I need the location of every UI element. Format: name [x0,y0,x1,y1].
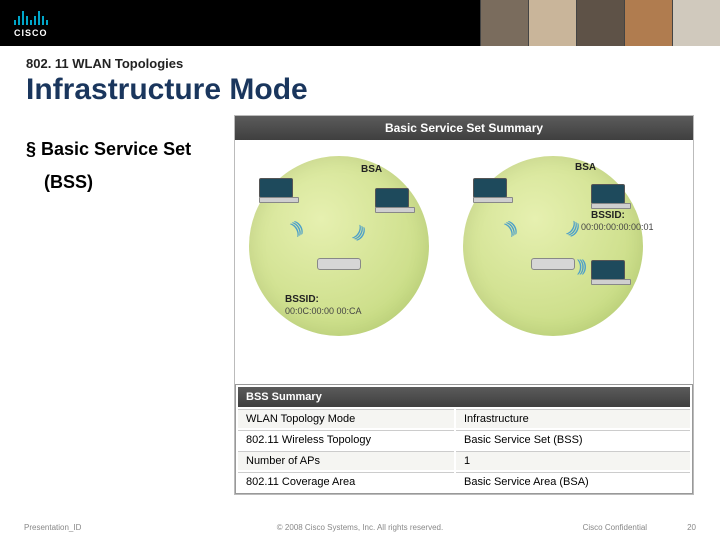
figure-panel: Basic Service Set Summary ))) ))) BSA BS… [234,115,694,495]
page-title: Infrastructure Mode [26,73,694,107]
cisco-logo: CISCO [0,9,48,38]
footer-copyright: © 2008 Cisco Systems, Inc. All rights re… [277,523,443,532]
top-banner: CISCO [0,0,720,46]
bss-summary-table: BSS Summary WLAN Topology ModeInfrastruc… [235,384,693,494]
table-row: WLAN Topology ModeInfrastructure [238,409,690,428]
page-number: 20 [687,523,696,532]
footer-left: Presentation_ID [24,523,81,532]
table-row: 802.11 Coverage AreaBasic Service Area (… [238,472,690,491]
summary-header: BSS Summary [238,387,690,407]
wireless-wave-icon: ))) [577,258,584,276]
figure-title: Basic Service Set Summary [235,116,693,140]
laptop-icon [591,260,631,286]
cisco-bars-icon [14,9,48,25]
slide-footer: Presentation_ID © 2008 Cisco Systems, In… [0,523,720,532]
bullet-main: Basic Service Set [26,137,226,162]
laptop-icon [473,178,513,204]
laptop-icon [375,188,415,214]
table-row: 802.11 Wireless TopologyBasic Service Se… [238,430,690,449]
slide-content: 802. 11 WLAN Topologies Infrastructure M… [0,46,720,495]
table-row: Number of APs1 [238,451,690,470]
brand-text: CISCO [14,28,48,38]
banner-photos [480,0,720,46]
bssid-label: BSSID: [591,210,625,221]
access-point-icon [317,258,361,270]
laptop-icon [591,184,631,210]
bullet-sub: (BSS) [44,172,226,193]
bssid-value: 00:00:00:00:00:01 [581,222,654,232]
laptop-icon [259,178,299,204]
figure-canvas: ))) ))) BSA BSSID: 00:0C:00:00 00:CA )))… [235,140,693,384]
bsa-label: BSA [361,164,382,175]
bssid-value: 00:0C:00:00 00:CA [285,306,362,316]
bssid-label: BSSID: [285,294,319,305]
footer-confidential: Cisco Confidential [583,523,647,532]
pretitle: 802. 11 WLAN Topologies [26,56,694,71]
bsa-label: BSA [575,162,596,173]
bullet-column: Basic Service Set (BSS) [26,115,226,495]
access-point-icon [531,258,575,270]
